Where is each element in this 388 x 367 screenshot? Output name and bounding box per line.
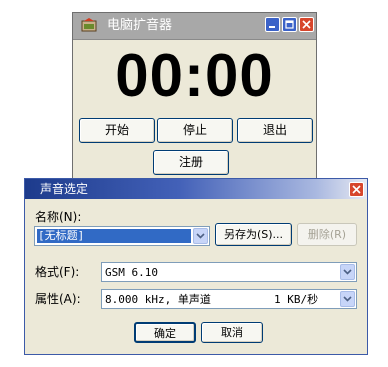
dialog-title: 声音选定: [40, 182, 89, 196]
ok-button[interactable]: 确定: [134, 322, 196, 343]
start-button[interactable]: 开始: [79, 118, 155, 143]
format-label: 格式(F):: [35, 265, 80, 279]
attributes-dropdown[interactable]: 8.000 kHz, 单声道 1 KB/秒: [101, 289, 357, 309]
cancel-button[interactable]: 取消: [201, 322, 263, 343]
maximize-icon: [285, 20, 294, 29]
stop-button[interactable]: 停止: [157, 118, 233, 143]
main-titlebar[interactable]: 电脑扩音器: [73, 13, 316, 40]
maximize-button[interactable]: [282, 17, 297, 32]
dropdown-arrow-icon: [343, 269, 352, 275]
main-window: 电脑扩音器 00:00 开始 停止 退出 注册: [72, 12, 317, 180]
exit-button[interactable]: 退出: [237, 118, 313, 143]
main-window-title: 电脑扩音器: [107, 18, 173, 33]
name-value: [无标题]: [38, 229, 85, 242]
sound-selection-dialog: 声音选定 名称(N): [无标题] 另存为(S)... 删除(R) 格式(F):…: [24, 178, 368, 355]
dropdown-arrow-icon: [343, 296, 352, 302]
attributes-value: 8.000 kHz, 单声道: [105, 293, 211, 306]
close-button[interactable]: [299, 17, 314, 32]
format-dropdown[interactable]: GSM 6.10: [101, 262, 357, 282]
name-dropdown-arrow[interactable]: [193, 228, 208, 244]
attributes-label: 属性(A):: [35, 292, 81, 306]
attributes-rate: 1 KB/秒: [274, 293, 319, 306]
format-dropdown-arrow[interactable]: [340, 264, 355, 280]
save-as-button[interactable]: 另存为(S)...: [215, 223, 292, 246]
attributes-dropdown-arrow[interactable]: [340, 291, 355, 307]
delete-button[interactable]: 删除(R): [297, 223, 357, 246]
timer-display: 00:00: [115, 42, 274, 109]
close-icon: [352, 185, 361, 194]
close-icon: [302, 20, 311, 29]
name-label: 名称(N):: [35, 210, 82, 224]
app-icon: [81, 18, 97, 32]
register-button[interactable]: 注册: [153, 150, 229, 175]
format-value: GSM 6.10: [105, 266, 158, 279]
minimize-icon: [269, 26, 275, 28]
dialog-titlebar[interactable]: 声音选定: [25, 179, 367, 199]
dropdown-arrow-icon: [196, 233, 205, 239]
dialog-close-button[interactable]: [349, 182, 364, 197]
minimize-button[interactable]: [265, 17, 280, 32]
name-dropdown[interactable]: [无标题]: [34, 226, 210, 246]
